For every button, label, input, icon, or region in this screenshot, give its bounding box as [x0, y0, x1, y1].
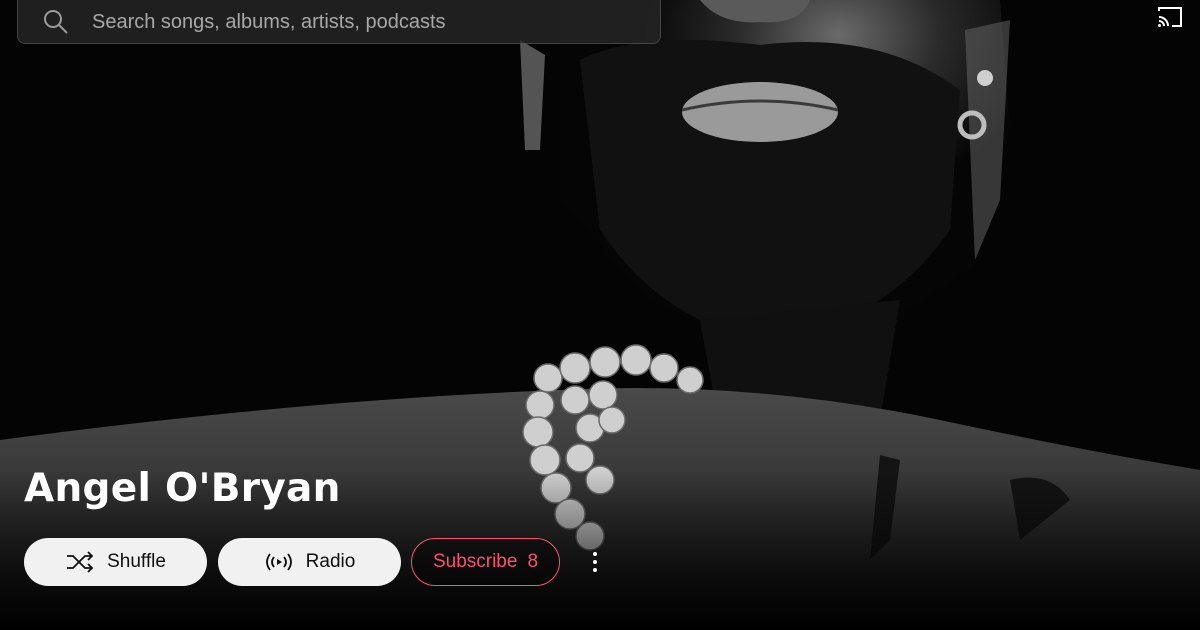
radio-label: Radio — [305, 551, 356, 572]
more-vertical-icon[interactable] — [580, 546, 610, 578]
shuffle-button[interactable]: Shuffle — [24, 538, 207, 586]
radio-button[interactable]: Radio — [218, 538, 401, 586]
cast-icon[interactable] — [1156, 5, 1184, 29]
artist-photo — [0, 0, 1200, 630]
shuffle-icon — [65, 550, 95, 574]
artist-hero-image — [0, 0, 1200, 630]
shuffle-label: Shuffle — [107, 551, 166, 572]
radio-icon — [264, 550, 294, 574]
search-input[interactable] — [92, 5, 632, 39]
artist-name: Angel O'Bryan — [24, 466, 341, 511]
subscribe-button[interactable]: Subscribe 8 — [411, 538, 560, 586]
search-icon — [42, 8, 70, 36]
search-bar[interactable] — [17, 0, 661, 44]
subscriber-count: 8 — [527, 551, 539, 572]
subscribe-label: Subscribe — [432, 551, 518, 572]
